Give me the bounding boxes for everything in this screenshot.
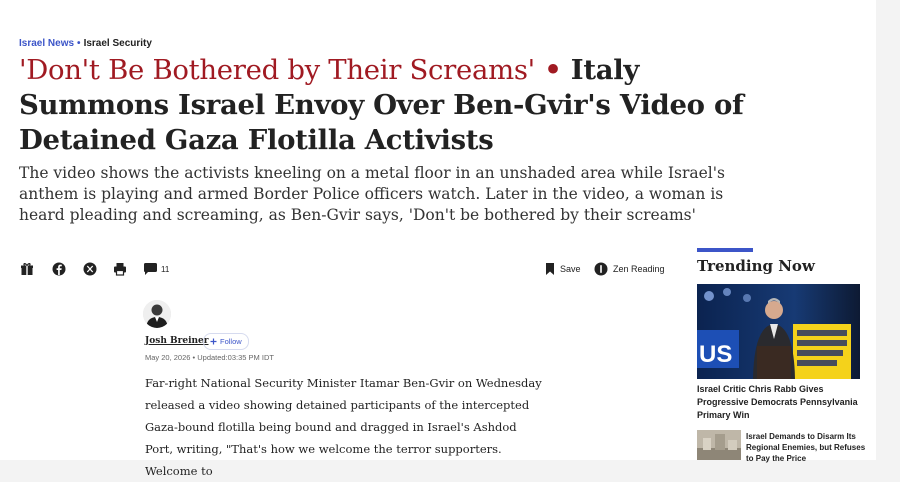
gift-button[interactable] — [20, 262, 34, 276]
print-icon — [114, 263, 126, 276]
author-byline: Josh Breiner Follow May 20, 2026 • Updat… — [143, 300, 274, 362]
comment-icon — [144, 263, 157, 275]
x-icon — [83, 262, 97, 276]
headline-bullet: • — [544, 54, 562, 86]
breadcrumb-separator: • — [77, 38, 81, 49]
comments-button[interactable]: 11 — [143, 262, 169, 276]
zen-reading-button[interactable]: Zen Reading — [594, 262, 665, 276]
follow-button[interactable]: Follow — [203, 333, 249, 350]
trending-item-1-link[interactable]: Israel Critic Chris Rabb Gives Progressi… — [697, 383, 862, 422]
zen-reading-icon — [594, 262, 608, 276]
trending-image-text: US — [699, 341, 732, 368]
plus-icon — [210, 338, 217, 345]
article-subheadline: The video shows the activists kneeling o… — [19, 164, 725, 224]
trending-heading: Trending Now — [697, 257, 815, 275]
author-avatar[interactable] — [143, 300, 171, 328]
bookmark-icon — [546, 263, 554, 275]
gift-icon — [21, 263, 33, 275]
author-name-link[interactable]: Josh Breiner — [145, 336, 209, 346]
article-body-paragraph: Far-right National Security Minister Ita… — [145, 376, 542, 478]
facebook-share-button[interactable] — [52, 262, 66, 276]
window-scrollbar[interactable] — [876, 0, 900, 460]
article-headline: 'Don't Be Bothered by Their Screams' • I… — [19, 53, 779, 158]
breadcrumb-subsection-link[interactable]: Israel Security — [84, 38, 152, 49]
trending-image-1[interactable]: US — [697, 284, 860, 379]
comment-count: 11 — [161, 264, 170, 274]
trending-item-2-link[interactable]: Israel Demands to Disarm Its Regional En… — [746, 431, 866, 464]
headline-quote: 'Don't Be Bothered by Their Screams' — [19, 54, 535, 86]
print-button[interactable] — [113, 262, 127, 276]
zen-reading-label: Zen Reading — [613, 264, 665, 274]
article-page: Israel News • Israel Security 'Don't Be Bo… — [0, 0, 876, 478]
trending-thumbnail-2[interactable] — [697, 430, 741, 460]
breadcrumb: Israel News • Israel Security — [19, 38, 152, 49]
save-label: Save — [560, 264, 581, 274]
facebook-icon — [52, 262, 66, 276]
publish-date: May 20, 2026 • Updated:03:35 PM IDT — [145, 353, 274, 362]
share-toolbar: 11 Save Zen Reading — [20, 262, 665, 282]
x-share-button[interactable] — [83, 262, 97, 276]
breadcrumb-section-link[interactable]: Israel News — [19, 38, 74, 49]
follow-label: Follow — [220, 337, 242, 346]
trending-accent-bar — [697, 248, 753, 252]
save-button[interactable]: Save — [545, 262, 581, 276]
